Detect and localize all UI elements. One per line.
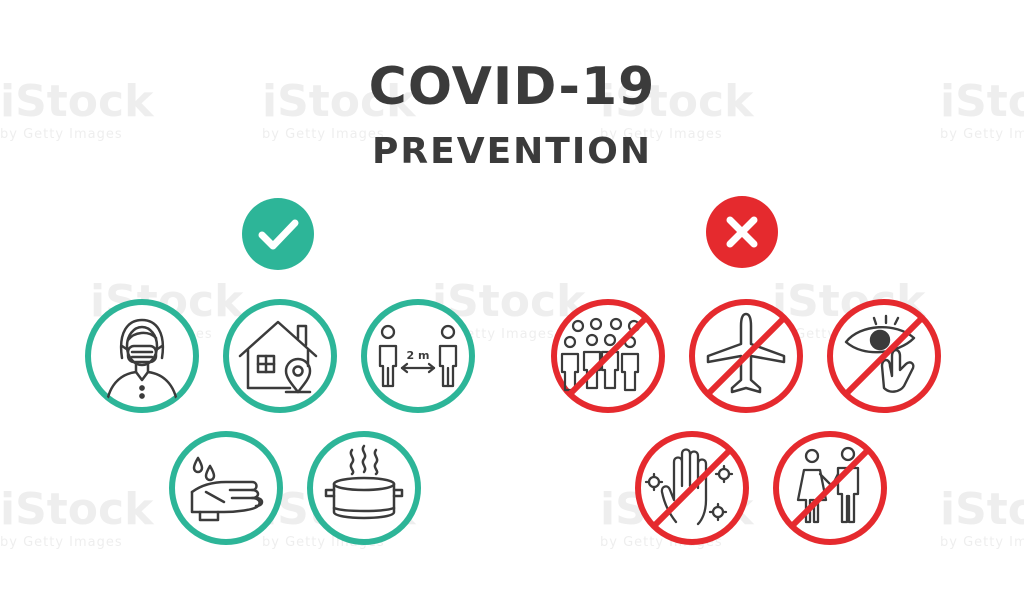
- watermark: iStockby Getty Images: [0, 484, 154, 550]
- do-badge: [242, 198, 314, 270]
- stay-home-icon: [223, 299, 337, 413]
- page-title: COVID-19: [368, 57, 656, 117]
- cross-icon: [726, 216, 758, 248]
- no-touch-virus-icon-tile: [632, 428, 752, 548]
- no-travel-icon: [689, 299, 803, 413]
- wash-hands-icon-tile: [166, 428, 286, 548]
- social-distance-icon-tile: 2 m: [358, 296, 478, 416]
- face-mask-person-icon: [85, 299, 199, 413]
- social-distance-icon: 2 m: [361, 299, 475, 413]
- no-touch-eyes-icon-tile: [824, 296, 944, 416]
- no-close-contact-icon: [773, 431, 887, 545]
- wash-hands-icon: [169, 431, 283, 545]
- cooking-pot-icon: [307, 431, 421, 545]
- dont-badge: [706, 196, 778, 268]
- no-close-contact-icon-tile: [770, 428, 890, 548]
- distance-label: 2 m: [407, 349, 430, 362]
- no-crowd-icon-tile: [548, 296, 668, 416]
- no-touch-virus-hand-icon: [635, 431, 749, 545]
- check-icon: [258, 219, 299, 250]
- no-touch-eyes-icon: [827, 299, 941, 413]
- no-travel-icon-tile: [686, 296, 806, 416]
- watermark: iStockby Getty Images: [940, 484, 1024, 550]
- stay-home-icon-tile: [220, 296, 340, 416]
- page-subtitle: PREVENTION: [372, 131, 652, 172]
- no-crowd-icon: [551, 299, 665, 413]
- cooking-pot-icon-tile: [304, 428, 424, 548]
- face-mask-icon-tile: [82, 296, 202, 416]
